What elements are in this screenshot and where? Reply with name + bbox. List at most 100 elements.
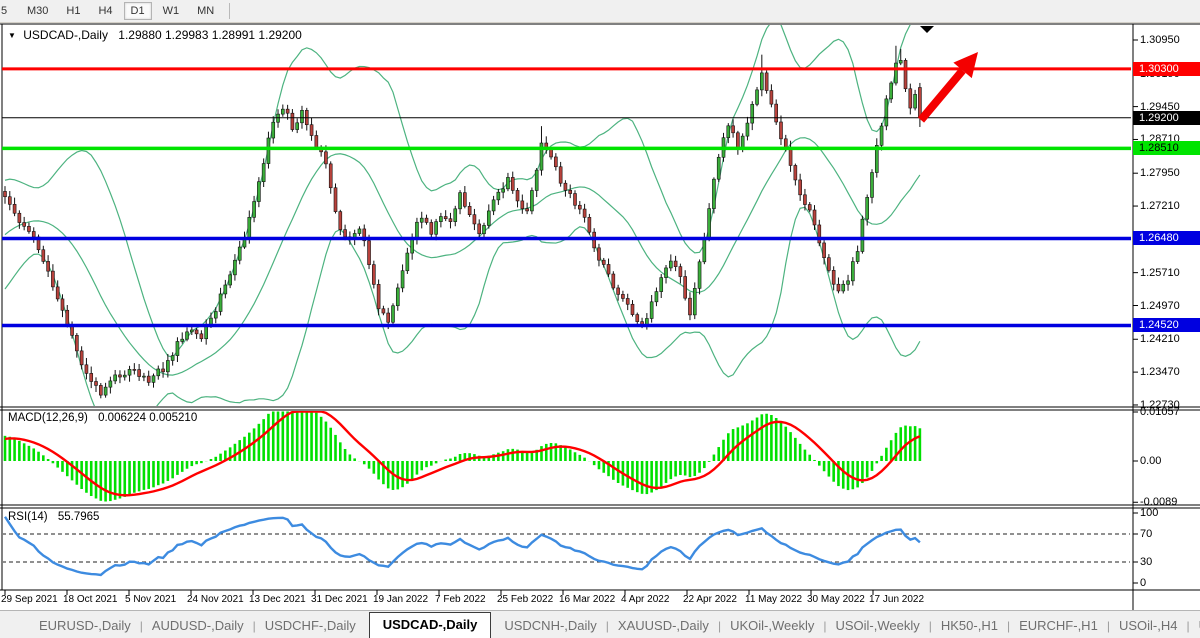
candle-bear [818,225,821,243]
candle-bear [195,330,198,334]
candle-bear [42,250,45,262]
candle-bull [358,229,361,234]
date-axis-label: 29 Sep 2021 [1,594,58,605]
candle-bear [569,190,572,193]
candle-bull [257,182,260,202]
candle-bear [66,310,69,324]
macd-name: MACD(12,26,9) [8,412,88,424]
candle-bear [90,373,93,381]
candle-bull [741,136,744,148]
candle-bear [334,188,337,212]
candle-bear [684,277,687,299]
price-axis[interactable]: 1.309501.301901.294501.287101.279501.272… [1133,24,1200,590]
timeframe-button-h4[interactable]: H4 [91,2,119,20]
candle-bull [530,190,533,210]
macd-values: 0.006224 0.005210 [98,412,197,424]
candle-bull [890,83,893,99]
tab-ukoil-h4[interactable]: UKOil-,H4 [1190,614,1200,638]
candle-bull [899,60,902,63]
candle-bull [190,330,193,332]
candle-bull [454,209,457,222]
candle-bull [487,211,490,226]
tab-usoil-h4[interactable]: USOil-,H4 [1110,614,1187,638]
price-level-label: 1.29200 [1133,111,1200,125]
tab-ukoil-weekly[interactable]: UKOil-,Weekly [721,614,823,638]
timeframe-button-m30[interactable]: M30 [20,2,55,20]
candle-bear [808,205,811,210]
chart-symbol-label: USDCAD-,Daily [23,28,108,42]
tab-xauusd-daily[interactable]: XAUUSD-,Daily [609,614,718,638]
candle-bear [799,180,802,195]
candle-bull [181,339,184,341]
timeframe-button-5[interactable]: 5 [0,2,16,20]
tab-usdcnh-daily[interactable]: USDCNH-,Daily [495,614,605,638]
macd-axis-tick-label: 0.01057 [1140,406,1200,418]
candle-bear [138,370,141,377]
candle-bull [650,302,653,319]
timeframe-button-w1[interactable]: W1 [156,2,187,20]
candle-bear [32,231,35,236]
tab-eurchf-h1[interactable]: EURCHF-,H1 [1010,614,1107,638]
candle-bull [281,109,284,114]
candle-bull [262,164,265,182]
candle-bear [674,261,677,267]
candle-bull [703,238,706,262]
candle-bear [526,209,529,211]
tab-eurusd-daily[interactable]: EURUSD-,Daily [30,614,140,638]
tab-audusd-daily[interactable]: AUDUSD-,Daily [143,614,253,638]
candle-bear [636,315,639,322]
candle-bull [401,271,404,288]
timeframe-button-mn[interactable]: MN [190,2,221,20]
candle-bull [166,360,169,371]
candle-bear [425,218,428,222]
candle-bear [147,376,150,382]
candle-bear [372,265,375,285]
date-axis-label: 16 Mar 2022 [559,594,615,605]
candle-bull [851,262,854,281]
candle-bull [224,285,227,294]
candle-bear [344,230,347,237]
candle-bear [286,109,289,113]
candle-bull [847,281,850,284]
candle-bear [449,219,452,222]
candle-bull [267,138,270,164]
tab-hk50-h1[interactable]: HK50-,H1 [932,614,1007,638]
tab-usdcad-daily[interactable]: USDCAD-,Daily [369,612,492,638]
candle-bull [660,278,663,292]
candle-bull [114,375,117,381]
tab-usoil-weekly[interactable]: USOil-,Weekly [826,614,928,638]
candle-bear [468,206,471,214]
date-axis[interactable]: 29 Sep 202118 Oct 20215 Nov 202124 Nov 2… [0,592,1133,610]
candle-bear [583,209,586,217]
candle-bull [885,99,888,126]
candle-bull [152,376,155,383]
candle-bull [856,251,859,261]
candle-bear [329,164,332,188]
candle-bear [315,136,318,148]
date-axis-label: 22 Apr 2022 [683,594,737,605]
candle-bear [473,215,476,224]
timeframe-button-h1[interactable]: H1 [59,2,87,20]
candle-bear [626,298,629,304]
candle-bear [387,313,390,322]
candle-bull [717,157,720,179]
candle-bear [588,217,591,232]
timeframe-button-d1[interactable]: D1 [124,2,152,20]
price-axis-tick-label: 1.27210 [1140,200,1200,212]
candle-bull [535,170,538,190]
candle-bear [85,365,88,374]
candle-bear [200,334,203,339]
price-axis-tick-label: 1.25710 [1140,267,1200,279]
date-axis-label: 11 May 2022 [745,594,802,605]
candle-bull [751,104,754,123]
rsi-indicator-label: RSI(14) 55.7965 [8,511,99,523]
tab-usdchf-daily[interactable]: USDCHF-,Daily [256,614,365,638]
candle-bear [430,222,433,234]
candle-bear [75,335,78,351]
candle-bear [23,223,26,227]
candle-bear [617,288,620,294]
chevron-down-icon[interactable]: ▼ [8,31,16,40]
candle-bull [272,122,275,138]
chart-canvas[interactable] [0,0,1200,638]
candle-bear [382,309,385,313]
